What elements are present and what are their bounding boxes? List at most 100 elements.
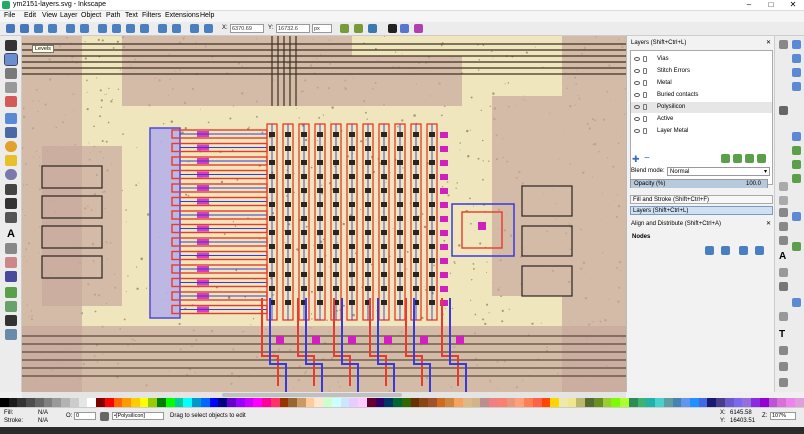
palette-swatch[interactable]	[768, 398, 778, 407]
palette-swatch[interactable]	[305, 398, 315, 407]
visibility-eye-icon[interactable]	[634, 105, 640, 109]
palette-swatch[interactable]	[506, 398, 516, 407]
palette-swatch[interactable]	[262, 398, 271, 407]
transform-handles-icon[interactable]	[388, 24, 397, 33]
lock-icon[interactable]	[643, 56, 647, 62]
stroke-value[interactable]: N/A	[38, 418, 48, 424]
palette-swatch[interactable]	[445, 398, 455, 407]
menu-file[interactable]: File	[4, 12, 15, 19]
zoom-page-icon[interactable]	[779, 236, 788, 245]
palette-swatch[interactable]	[786, 398, 795, 407]
text-tool-icon[interactable]: A	[5, 229, 17, 240]
palette-swatch[interactable]	[270, 398, 280, 407]
menu-object[interactable]: Object	[81, 12, 101, 19]
zoom-tool-icon[interactable]	[5, 82, 17, 93]
show-outline-icon[interactable]	[400, 24, 409, 33]
snap-guide-icon[interactable]	[792, 298, 801, 307]
join-segment-icon[interactable]	[66, 24, 75, 33]
palette-swatch[interactable]	[244, 398, 254, 407]
palette-swatch[interactable]	[349, 398, 359, 407]
palette-swatch[interactable]	[331, 398, 341, 407]
drawing-canvas[interactable]: Levels	[22, 36, 626, 392]
snap-bbox-icon[interactable]	[792, 40, 801, 49]
palette-swatch[interactable]	[288, 398, 297, 407]
path-effect-icon[interactable]	[414, 24, 423, 33]
3d-box-tool-icon[interactable]	[5, 127, 17, 138]
distribute-nodes-vertical-icon[interactable]	[755, 246, 764, 255]
fill-value[interactable]: N/A	[38, 410, 48, 416]
palette-swatch[interactable]	[69, 398, 79, 407]
distribute-nodes-horizontal-icon[interactable]	[739, 246, 748, 255]
palette-swatch[interactable]	[646, 398, 656, 407]
panel-close-icon[interactable]: ✕	[766, 220, 771, 229]
eraser-tool-icon[interactable]	[5, 257, 17, 268]
palette-swatch[interactable]	[340, 398, 350, 407]
delete-segment-icon[interactable]	[80, 24, 89, 33]
lock-icon[interactable]	[643, 128, 647, 134]
palette-swatch[interactable]	[462, 398, 472, 407]
palette-swatch[interactable]	[637, 398, 647, 407]
menu-extensions[interactable]: Extensions	[165, 12, 199, 19]
close-button[interactable]: ✕	[782, 0, 804, 10]
snap-rotation-center-icon[interactable]	[779, 196, 788, 205]
palette-swatch[interactable]	[698, 398, 708, 407]
tab-layers[interactable]: Layers (Shift+Ctrl+L)	[630, 206, 773, 215]
palette-swatch[interactable]	[716, 398, 725, 407]
palette-swatch[interactable]	[43, 398, 53, 407]
snap-paths-icon[interactable]	[792, 132, 801, 141]
opacity-slider[interactable]: Opacity (%) 100.0	[630, 179, 768, 188]
palette-swatch[interactable]	[593, 398, 603, 407]
palette-swatch[interactable]	[366, 398, 376, 407]
palette-swatch[interactable]	[358, 398, 367, 407]
palette-swatch[interactable]	[672, 398, 682, 407]
object-to-path-icon[interactable]	[190, 24, 199, 33]
blend-mode-select[interactable]: Normal ▾	[667, 167, 770, 176]
palette-swatch[interactable]	[532, 398, 542, 407]
line-segment-icon[interactable]	[158, 24, 167, 33]
palette-swatch[interactable]	[375, 398, 385, 407]
palette-swatch[interactable]	[427, 398, 437, 407]
document-properties-icon[interactable]	[779, 362, 788, 371]
palette-swatch[interactable]	[96, 398, 105, 407]
menu-path[interactable]: Path	[106, 12, 120, 19]
palette-swatch[interactable]	[235, 398, 245, 407]
clippath-edit-icon[interactable]	[340, 24, 349, 33]
visibility-eye-icon[interactable]	[634, 69, 640, 73]
zoom-selection-icon[interactable]	[779, 208, 788, 217]
preferences-icon[interactable]	[779, 378, 788, 387]
palette-swatch[interactable]	[777, 398, 787, 407]
palette-swatch[interactable]	[148, 398, 158, 407]
menu-layer[interactable]: Layer	[60, 12, 78, 19]
tab-fill-and-stroke[interactable]: Fill and Stroke (Shift+Ctrl+F)	[630, 195, 773, 204]
palette-swatch[interactable]	[174, 398, 184, 407]
pencil-tool-icon[interactable]	[5, 184, 17, 195]
panel-close-icon[interactable]: ✕	[766, 39, 771, 48]
palette-swatch[interactable]	[279, 398, 289, 407]
palette-swatch[interactable]	[576, 398, 586, 407]
insert-node-icon[interactable]	[6, 24, 15, 33]
layer-row-vias[interactable]: Vias	[631, 54, 772, 65]
delete-node-icon[interactable]	[20, 24, 29, 33]
connector-tool-icon[interactable]	[5, 329, 17, 340]
palette-swatch[interactable]	[602, 398, 612, 407]
menu-edit[interactable]: Edit	[24, 12, 36, 19]
palette-swatch[interactable]	[8, 398, 18, 407]
palette-swatch[interactable]	[515, 398, 525, 407]
palette-swatch[interactable]	[87, 398, 97, 407]
node-tool-icon[interactable]	[4, 53, 18, 66]
palette-swatch[interactable]	[585, 398, 594, 407]
snap-page-icon[interactable]	[792, 212, 801, 221]
rectangle-tool-icon[interactable]	[5, 113, 17, 124]
curve-segment-icon[interactable]	[172, 24, 181, 33]
palette-swatch[interactable]	[489, 398, 498, 407]
palette-swatch[interactable]	[567, 398, 577, 407]
layer-row-layer-metal[interactable]: Layer Metal	[631, 126, 772, 137]
snap-bbox-edges-icon[interactable]	[792, 54, 801, 63]
palette-swatch[interactable]	[733, 398, 743, 407]
palette-swatch[interactable]	[122, 398, 132, 407]
palette-swatch[interactable]	[139, 398, 149, 407]
layer-row-stitch-errors[interactable]: Stitch Errors	[631, 66, 772, 77]
palette-swatch[interactable]	[751, 398, 760, 407]
palette-swatch[interactable]	[314, 398, 324, 407]
selector-tool-icon[interactable]	[5, 40, 17, 51]
